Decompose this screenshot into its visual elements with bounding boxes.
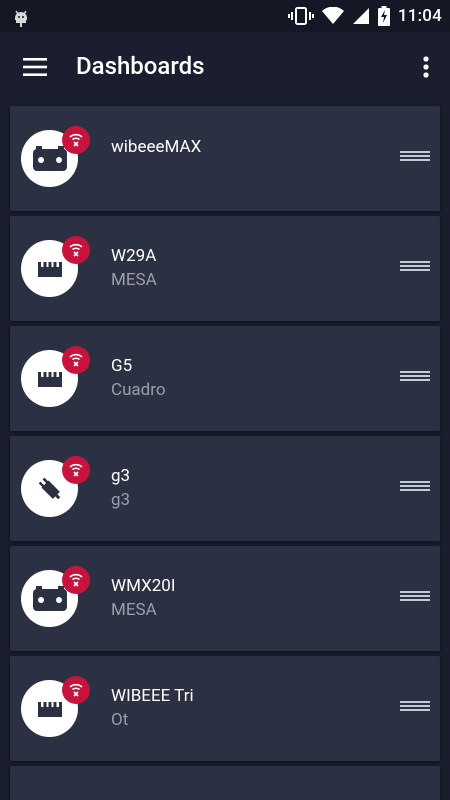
dashboard-name: g3 — [111, 466, 131, 486]
offline-badge — [62, 236, 90, 264]
overflow-menu-button[interactable] — [412, 46, 440, 88]
more-vert-icon — [423, 56, 429, 78]
dashboard-name: G5 — [111, 356, 133, 376]
dashboard-name: wibeeeMAX — [111, 137, 202, 157]
offline-badge — [62, 126, 90, 154]
dashboard-location: MESA — [111, 270, 157, 290]
wifi-off-icon — [69, 353, 83, 367]
android-debug-icon — [15, 10, 27, 27]
meter-device-icon — [32, 145, 67, 171]
dashboard-location: Ot — [111, 710, 129, 730]
clamp-device-icon — [37, 371, 62, 387]
dashboard-name: W29A — [111, 246, 157, 266]
offline-badge — [62, 456, 90, 484]
clamp-device-icon — [37, 701, 62, 717]
offline-badge — [62, 346, 90, 374]
meter-device-icon — [32, 585, 67, 611]
drag-handle-icon[interactable] — [400, 591, 430, 605]
menu-button[interactable] — [14, 46, 56, 88]
dashboard-card[interactable]: G5 Cuadro — [10, 326, 440, 431]
wifi-off-icon — [69, 683, 83, 697]
battery-charging-icon — [377, 6, 390, 26]
wifi-off-icon — [69, 463, 83, 477]
drag-handle-icon[interactable] — [400, 701, 430, 715]
dashboard-location: MESA — [111, 600, 157, 620]
dashboard-card[interactable]: WIBEEE Tri Ot — [10, 656, 440, 761]
app-bar: Dashboards — [0, 32, 450, 102]
plug-device-icon — [38, 477, 60, 499]
offline-badge — [62, 676, 90, 704]
hamburger-menu-icon — [23, 58, 47, 76]
wifi-off-icon — [69, 133, 83, 147]
offline-badge — [62, 566, 90, 594]
cell-signal-icon — [352, 8, 369, 24]
dashboard-name: WMX20I — [111, 576, 176, 596]
wifi-icon — [321, 7, 344, 24]
dashboard-card[interactable]: W29A MESA — [10, 216, 440, 321]
dashboard-card-partial[interactable] — [10, 766, 440, 800]
drag-handle-icon[interactable] — [400, 261, 430, 275]
vibrate-icon — [287, 7, 314, 25]
status-time: 11:04 — [397, 6, 442, 26]
dashboard-location: g3 — [111, 490, 131, 510]
drag-handle-icon[interactable] — [400, 151, 430, 165]
clamp-device-icon — [37, 261, 62, 277]
wifi-off-icon — [69, 243, 83, 257]
dashboard-card[interactable]: WMX20I MESA — [10, 546, 440, 651]
dashboard-name: WIBEEE Tri — [111, 686, 194, 706]
dashboard-card[interactable]: wibeeeMAX — [10, 106, 440, 211]
page-title: Dashboards — [76, 52, 205, 80]
status-bar: 11:04 — [0, 0, 450, 32]
dashboard-location: Cuadro — [111, 380, 166, 400]
drag-handle-icon[interactable] — [400, 371, 430, 385]
drag-handle-icon[interactable] — [400, 481, 430, 495]
dashboard-card[interactable]: g3 g3 — [10, 436, 440, 541]
wifi-off-icon — [69, 573, 83, 587]
